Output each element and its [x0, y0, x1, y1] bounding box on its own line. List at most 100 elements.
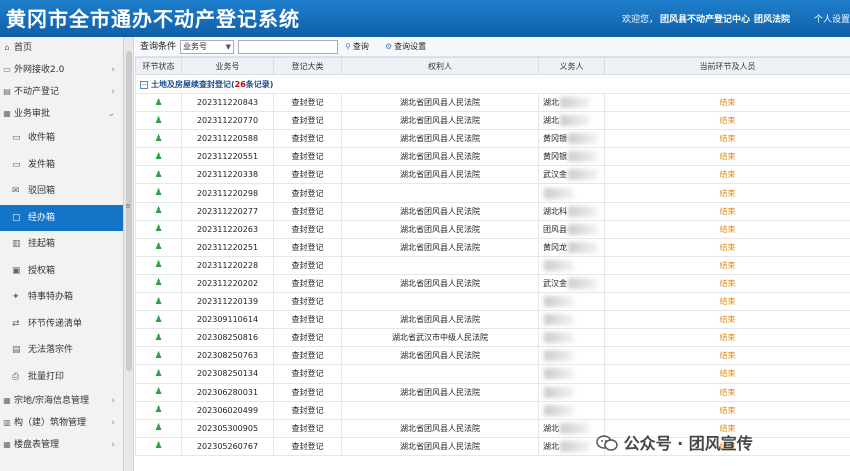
group-row[interactable]: − 土地及房屋续查封登记(26条记录)	[135, 74, 850, 94]
table-row[interactable]: ♟ 202308250763 查封登记 湖北省团风县人民法院 结束	[135, 346, 850, 366]
business-number-cell[interactable]: 202306020499	[181, 400, 274, 420]
table-row[interactable]: ♟ 202311220228 查封登记 结束	[135, 255, 850, 275]
sidebar-item-3[interactable]: ▤ 不动产登记 ›	[0, 81, 123, 103]
sidebar-item-6[interactable]: ▣ 授权箱	[0, 258, 123, 285]
business-number-cell[interactable]: 202311220770	[181, 111, 274, 131]
business-number-cell[interactable]: 202309110614	[181, 310, 274, 330]
current-stage-cell[interactable]: 结束	[604, 328, 850, 348]
current-stage-cell[interactable]: 结束	[604, 382, 850, 402]
business-number-cell[interactable]: 202305300905	[181, 418, 274, 438]
sidebar-item-9[interactable]: ▤ 无法落宗件	[0, 337, 123, 364]
table-row[interactable]: ♟ 202311220263 查封登记 湖北省团风县人民法院 团风县 结束	[135, 219, 850, 239]
splitter-grip-icon[interactable]: ≡	[125, 202, 131, 210]
sidebar-item-5[interactable]: ▥ 挂起箱	[0, 231, 123, 258]
current-stage-cell[interactable]: 结束	[604, 129, 850, 149]
table-row[interactable]: ♟ 202311220843 查封登记 湖北省团风县人民法院 湖北 结束	[135, 92, 850, 113]
sidebar-item-2[interactable]: ▭ 发件箱	[0, 152, 123, 179]
current-stage-cell[interactable]: 结束	[604, 111, 850, 131]
sidebar-item-3[interactable]: ✉ 驳回箱	[0, 178, 123, 205]
column-header[interactable]: 权利人	[341, 57, 539, 75]
status-cell: ♟	[135, 255, 182, 275]
sidebar-item-4[interactable]: ▦ 业务审批 ⌄	[0, 103, 123, 125]
business-number-cell[interactable]: 202311220298	[181, 183, 274, 203]
status-cell: ♟	[135, 111, 182, 131]
table-row[interactable]: ♟ 202311220551 查封登记 湖北省团风县人民法院 黄冈银 结束	[135, 147, 850, 167]
personal-settings-link[interactable]: 个人设置	[814, 12, 850, 25]
table-row[interactable]: ♟ 202311220202 查封登记 湖北省团风县人民法院 武汉金 结束	[135, 273, 850, 294]
sidebar-item-10[interactable]: ⎙ 批量打印	[0, 364, 123, 391]
current-stage-cell[interactable]: 结束	[604, 92, 850, 113]
scrollbar-thumb[interactable]	[126, 51, 132, 371]
query-button[interactable]: ⚲ 查询	[345, 37, 369, 57]
business-number-cell[interactable]: 202311220843	[181, 92, 274, 113]
current-stage-cell[interactable]: 结束	[604, 364, 850, 384]
table-row[interactable]: ♟ 202311220338 查封登记 湖北省团风县人民法院 武汉金 结束	[135, 165, 850, 185]
table-row[interactable]: ♟ 202308250816 查封登记 湖北省武汉市中级人民法院 结束	[135, 328, 850, 348]
sidebar-scrollbar[interactable]: ≡	[124, 37, 134, 471]
business-number-cell[interactable]: 202311220228	[181, 255, 274, 275]
business-number-cell[interactable]: 202311220263	[181, 219, 274, 239]
sidebar-item-8[interactable]: ⇄ 环节传递清单	[0, 311, 123, 338]
table-row[interactable]: ♟ 202309110614 查封登记 湖北省团风县人民法院 结束	[135, 310, 850, 330]
obligor-text: 湖北	[543, 441, 559, 451]
table-row[interactable]: ♟ 202311220277 查封登记 湖北省团风县人民法院 湖北科 结束	[135, 201, 850, 221]
table-row[interactable]: ♟ 202308250134 查封登记 结束	[135, 364, 850, 384]
business-number-cell[interactable]: 202306280031	[181, 382, 274, 402]
table-row[interactable]: ♟ 202311220770 查封登记 湖北省团风县人民法院 湖北 结束	[135, 111, 850, 131]
query-input[interactable]	[238, 40, 338, 54]
sidebar-item-2[interactable]: ▥ 构（建）筑物管理 ›	[0, 412, 123, 434]
current-stage-cell[interactable]: 结束	[604, 400, 850, 420]
business-number-cell[interactable]: 202311220277	[181, 201, 274, 221]
current-stage-cell[interactable]: 结束	[604, 255, 850, 275]
query-field-select[interactable]: 业务号 ▼	[180, 40, 234, 54]
sidebar-item-1[interactable]: ▦ 宗地/宗海信息管理 ›	[0, 390, 123, 412]
column-header[interactable]: 业务号	[181, 57, 274, 75]
business-number-cell[interactable]: 202308250134	[181, 364, 274, 384]
registration-type-cell: 查封登记	[273, 219, 342, 239]
current-stage-cell[interactable]: 结束	[604, 237, 850, 257]
current-stage-cell[interactable]: 结束	[604, 310, 850, 330]
current-stage-cell[interactable]: 结束	[604, 183, 850, 203]
current-stage-cell[interactable]: 结束	[604, 219, 850, 239]
business-number-cell[interactable]: 202308250763	[181, 346, 274, 366]
sidebar-item-2[interactable]: ▭ 外网接收2.0 ›	[0, 59, 123, 81]
group-cell[interactable]: − 土地及房屋续查封登记(26条记录)	[135, 74, 850, 94]
current-stage-cell[interactable]: 结束	[604, 201, 850, 221]
person-status-icon: ♟	[154, 188, 163, 199]
current-stage-cell[interactable]: 结束	[604, 273, 850, 294]
business-number-cell[interactable]: 202311220588	[181, 129, 274, 149]
status-cell: ♟	[135, 418, 182, 438]
business-number-cell[interactable]: 202311220139	[181, 292, 274, 312]
table-row[interactable]: ♟ 202311220139 查封登记 结束	[135, 292, 850, 312]
column-header[interactable]: 环节状态	[135, 57, 182, 75]
query-settings-label: 查询设置	[394, 42, 427, 51]
business-number-cell[interactable]: 202311220202	[181, 273, 274, 294]
sidebar-item-4[interactable]: ▢ 经办箱	[0, 204, 123, 231]
table-row[interactable]: ♟ 202306020499 查封登记 结束	[135, 400, 850, 420]
column-header[interactable]: 当前环节及人员	[604, 57, 850, 75]
business-number-cell[interactable]: 202311220251	[181, 237, 274, 257]
table-row[interactable]: ♟ 202306280031 查封登记 湖北省团风县人民法院 结束	[135, 382, 850, 402]
status-cell: ♟	[135, 201, 182, 221]
table-row[interactable]: ♟ 202311220588 查封登记 湖北省团风县人民法院 黄冈银 结束	[135, 129, 850, 149]
column-header[interactable]: 义务人	[538, 57, 605, 75]
sidebar-item-1[interactable]: ⌂ 首页	[0, 37, 123, 59]
collapse-icon[interactable]: −	[140, 80, 148, 89]
table-row[interactable]: ♟ 202311220251 查封登记 湖北省团风县人民法院 黄冈龙 结束	[135, 237, 850, 257]
sidebar-item-1[interactable]: ▭ 收件箱	[0, 125, 123, 152]
query-settings-button[interactable]: ⚙ 查询设置	[385, 37, 426, 57]
status-cell: ♟	[135, 436, 182, 456]
current-stage-cell[interactable]: 结束	[604, 147, 850, 167]
current-stage-cell[interactable]: 结束	[604, 292, 850, 312]
sidebar-item-3[interactable]: ▦ 楼盘表管理 ›	[0, 434, 123, 456]
business-number-cell[interactable]: 202305260767	[181, 436, 274, 456]
sidebar-item-7[interactable]: ✦ 特事特办箱	[0, 284, 123, 311]
sidebar-item-label: 宗地/宗海信息管理	[14, 396, 90, 406]
table-row[interactable]: ♟ 202311220298 查封登记 结束	[135, 183, 850, 203]
business-number-cell[interactable]: 202311220551	[181, 147, 274, 167]
current-stage-cell[interactable]: 结束	[604, 165, 850, 185]
current-stage-cell[interactable]: 结束	[604, 346, 850, 366]
business-number-cell[interactable]: 202311220338	[181, 165, 274, 185]
business-number-cell[interactable]: 202308250816	[181, 328, 274, 348]
column-header[interactable]: 登记大类	[273, 57, 342, 75]
